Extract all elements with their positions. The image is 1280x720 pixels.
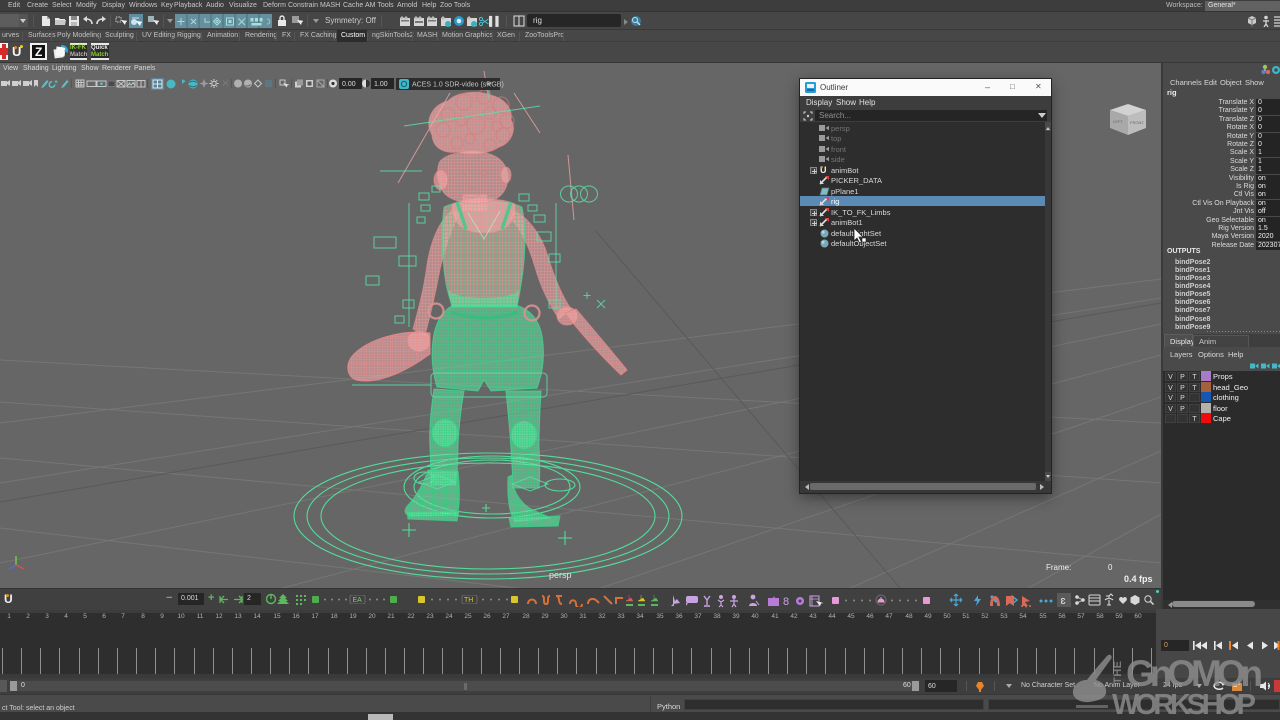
svg-text:Frame:: Frame: bbox=[1046, 563, 1071, 572]
svg-text:persp: persp bbox=[549, 570, 572, 580]
svg-text:0.00: 0.00 bbox=[342, 81, 356, 88]
svg-text:1.00: 1.00 bbox=[374, 81, 388, 88]
svg-text:ɛ: ɛ bbox=[1061, 595, 1066, 607]
svg-text:EA: EA bbox=[353, 597, 363, 604]
svg-text:8: 8 bbox=[783, 596, 789, 608]
svg-text:TH: TH bbox=[464, 597, 473, 604]
svg-text:FRONT: FRONT bbox=[1130, 120, 1144, 125]
svg-text:LEFT: LEFT bbox=[1113, 119, 1123, 124]
svg-text:0.4 fps: 0.4 fps bbox=[1124, 574, 1153, 584]
svg-text:0: 0 bbox=[1108, 563, 1113, 572]
